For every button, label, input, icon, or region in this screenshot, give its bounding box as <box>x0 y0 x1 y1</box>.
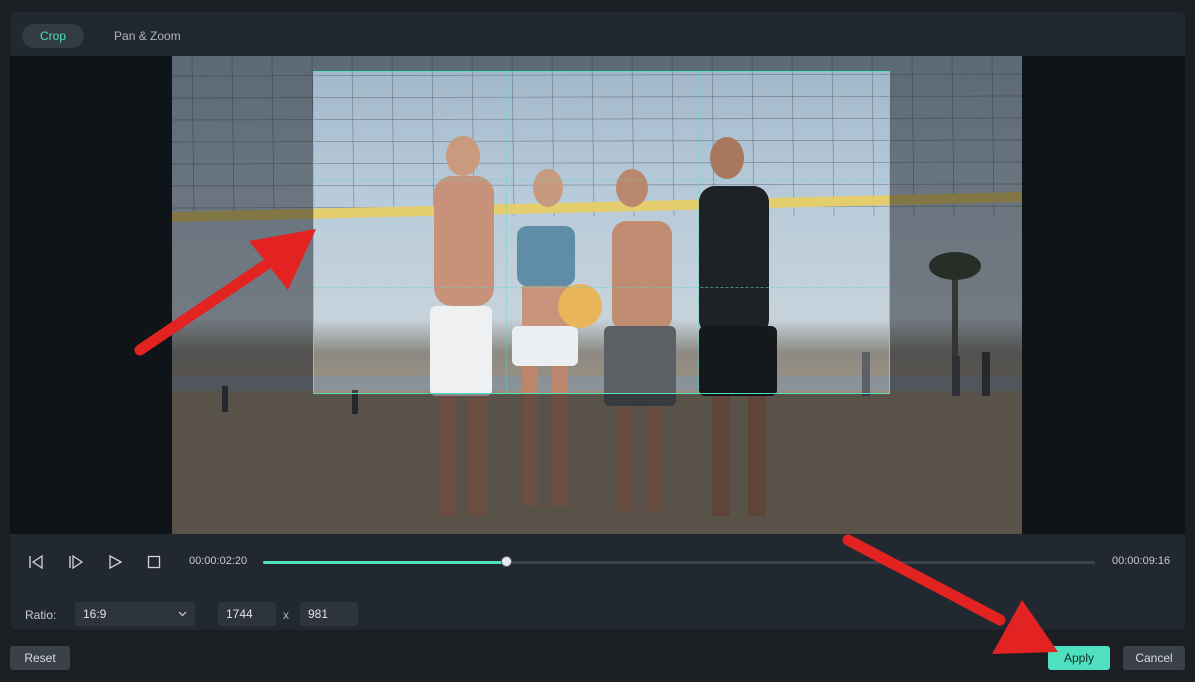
tab-bar: Crop Pan & Zoom <box>22 24 199 50</box>
crop-width-input[interactable]: 1744 <box>218 602 276 626</box>
total-time: 00:00:09:16 <box>1112 555 1171 567</box>
crop-mask-bottom <box>172 394 1022 534</box>
chevron-down-icon <box>178 602 187 634</box>
crop-mask-top <box>172 56 1022 71</box>
crop-height-input[interactable]: 981 <box>300 602 358 626</box>
video-frame <box>172 56 1022 534</box>
play-button[interactable] <box>105 552 125 572</box>
tab-pan-zoom[interactable]: Pan & Zoom <box>96 24 199 48</box>
reset-button[interactable]: Reset <box>10 646 70 670</box>
preview-area <box>10 56 1185 534</box>
crop-mask-right <box>890 71 1022 394</box>
dimension-separator: x <box>283 608 289 622</box>
ratio-value: 16:9 <box>83 607 107 621</box>
ratio-select[interactable]: 16:9 <box>75 602 195 626</box>
grid-line <box>698 72 699 393</box>
next-frame-button[interactable] <box>66 552 86 572</box>
tab-crop[interactable]: Crop <box>22 24 85 48</box>
cancel-button[interactable]: Cancel <box>1123 646 1185 670</box>
crop-rectangle[interactable] <box>313 71 890 394</box>
timeline-progress <box>263 561 506 564</box>
grid-line <box>314 287 889 288</box>
prev-frame-button[interactable] <box>26 552 46 572</box>
crop-dialog: Crop Pan & Zoom 00:00:02:20 00:00:09:16 … <box>10 12 1185 630</box>
prev-frame-icon <box>29 555 43 569</box>
stop-button[interactable] <box>144 552 164 572</box>
playback-controls: 00:00:02:20 00:00:09:16 Ratio: 16:9 1744… <box>10 544 1185 630</box>
timeline-slider[interactable] <box>263 556 1095 567</box>
stop-icon <box>147 555 161 569</box>
current-time: 00:00:02:20 <box>189 555 248 567</box>
grid-line <box>314 179 889 180</box>
apply-button[interactable]: Apply <box>1048 646 1110 670</box>
play-icon <box>109 555 122 569</box>
crop-mask-left <box>172 71 313 394</box>
timeline-playhead[interactable] <box>500 556 512 567</box>
grid-line <box>506 72 507 393</box>
ratio-label: Ratio: <box>25 608 57 622</box>
next-frame-icon <box>69 555 84 569</box>
